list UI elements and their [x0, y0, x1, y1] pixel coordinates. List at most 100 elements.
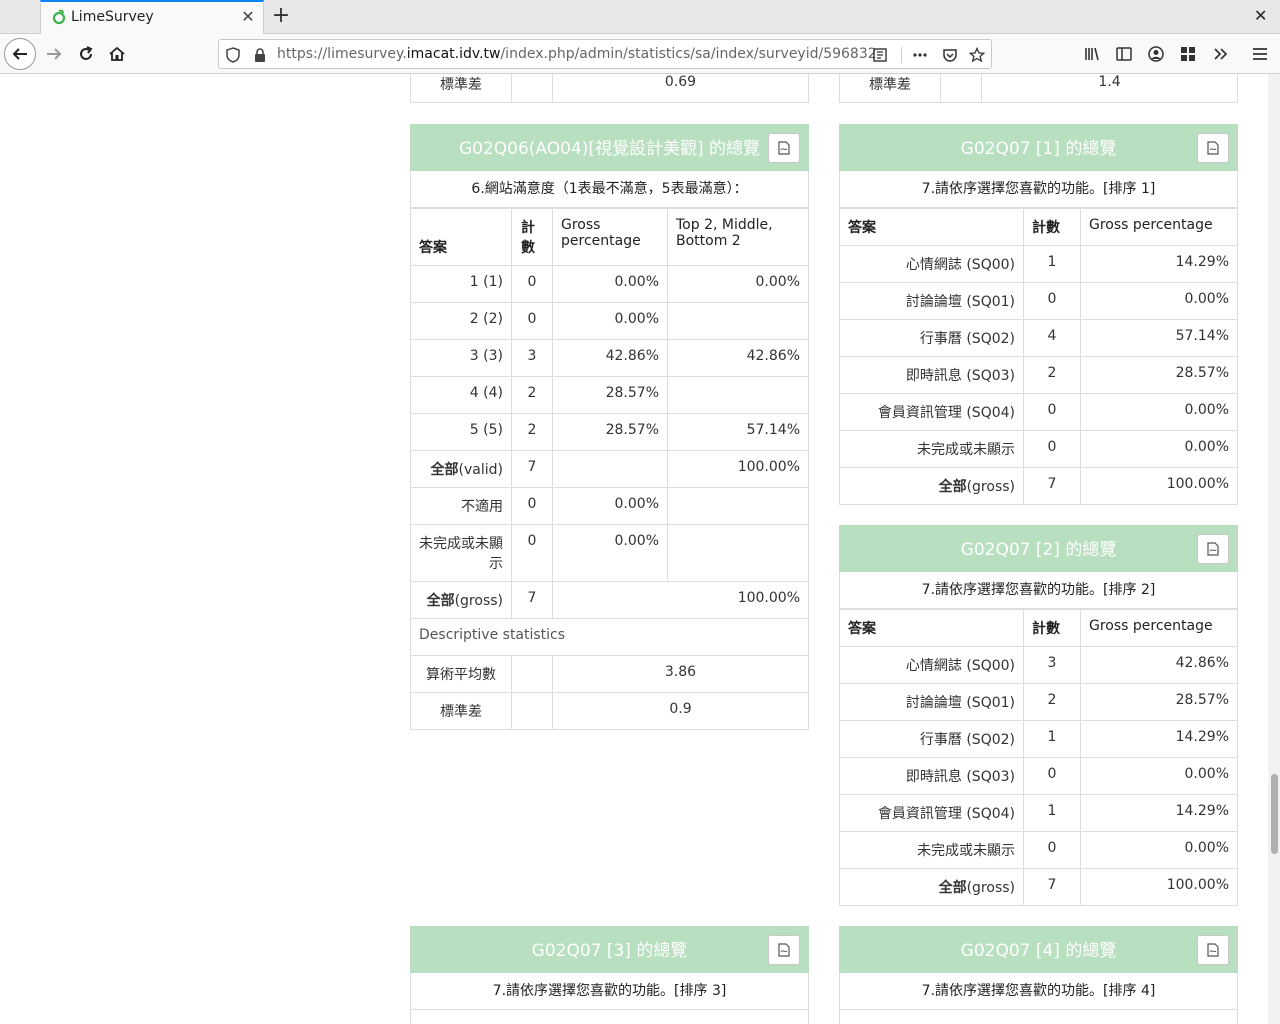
- table-row: 未完成或未顯示 0 0.00%: [839, 430, 1238, 468]
- stats-table: 答案 計數 Gross percentage Top 2, Middle, Bo…: [410, 208, 809, 730]
- top2-pct-cell: 42.86%: [667, 339, 809, 377]
- incomplete-label: 未完成或未顯示: [410, 524, 512, 582]
- mean-value: 3.86: [552, 655, 809, 693]
- gross-pct-cell: 0.00%: [1080, 430, 1238, 468]
- shield-icon[interactable]: [224, 46, 242, 64]
- gross-total-label: 全部(gross): [410, 581, 512, 619]
- count-cell: 0: [1023, 831, 1081, 869]
- answer-cell: 4 (4): [410, 376, 512, 414]
- extensions-icon[interactable]: [1172, 38, 1204, 70]
- table-row: 即時訊息 (SQ03) 0 0.00%: [839, 757, 1238, 795]
- pdf-icon: [778, 943, 790, 957]
- table-row: 3 (3) 3 42.86% 42.86%: [410, 339, 809, 377]
- page-content: 標準差 0.69 標準差 1.4 G02Q06(AO04)[視覺設計美觀] 的總覽 …: [0, 74, 1280, 1024]
- gross-pct: 100.00%: [552, 581, 809, 619]
- pdf-export-button[interactable]: [768, 935, 800, 965]
- scrollbar-thumb[interactable]: [1271, 774, 1278, 854]
- gross-pct-cell: 42.86%: [1080, 646, 1238, 684]
- overflow-chevron-icon[interactable]: [1204, 38, 1236, 70]
- gross-pct-cell: 0.00%: [1080, 393, 1238, 431]
- account-icon[interactable]: [1140, 38, 1172, 70]
- col-gross: Gross percentage: [552, 208, 668, 266]
- pdf-export-button[interactable]: [768, 133, 800, 163]
- answer-cell: 即時訊息 (SQ03): [839, 356, 1024, 394]
- reload-button[interactable]: [70, 38, 102, 70]
- browser-tab[interactable]: LimeSurvey ✕: [40, 0, 264, 34]
- question-title: 7.請依序選擇您喜歡的功能。[排序 3]: [410, 973, 809, 1010]
- tab-close-icon[interactable]: ✕: [239, 7, 257, 26]
- count-cell: 0: [1023, 393, 1081, 431]
- count-cell: 0: [1023, 282, 1081, 320]
- sidebar-icon[interactable]: [1108, 38, 1140, 70]
- card-header: G02Q06(AO04)[視覺設計美觀] 的總覽: [410, 124, 809, 171]
- table-row: 心情網誌 (SQ00) 3 42.86%: [839, 646, 1238, 684]
- valid-count: 7: [511, 450, 553, 488]
- library-icon[interactable]: [1076, 38, 1108, 70]
- pdf-icon: [1207, 542, 1219, 556]
- top2-pct-cell: [667, 302, 809, 340]
- card-header: G02Q07 [3] 的總覽: [410, 926, 809, 973]
- question-title: 7.請依序選擇您喜歡的功能。[排序 2]: [839, 572, 1238, 609]
- pdf-export-button[interactable]: [1197, 935, 1229, 965]
- pdf-export-button[interactable]: [1197, 133, 1229, 163]
- count-cell: 2: [511, 376, 553, 414]
- gross-count: 7: [1023, 868, 1081, 906]
- count-cell: 3: [511, 339, 553, 377]
- gross-pct-cell: 14.29%: [1080, 245, 1238, 283]
- card-header: G02Q07 [1] 的總覽: [839, 124, 1238, 171]
- summary-card-g02q06: G02Q06(AO04)[視覺設計美觀] 的總覽 6.網站滿意度（1表最不滿意，…: [410, 124, 809, 730]
- window-close-icon[interactable]: ✕: [1254, 6, 1267, 25]
- page-scrollbar[interactable]: [1268, 74, 1280, 1024]
- col-answer: 答案: [410, 208, 512, 266]
- valid-total-label: 全部(valid): [410, 450, 512, 488]
- reader-view-icon[interactable]: [871, 46, 889, 64]
- forward-button[interactable]: [38, 38, 70, 70]
- question-title: 7.請依序選擇您喜歡的功能。[排序 1]: [839, 171, 1238, 208]
- na-count: 0: [511, 487, 553, 525]
- stats-table: 答案 計數 Gross percentage 心情網誌 (SQ00) 3 42.86…: [839, 609, 1238, 906]
- answer-cell: 未完成或未顯示: [839, 430, 1024, 468]
- table-row: 行事曆 (SQ02) 4 57.14%: [839, 319, 1238, 357]
- back-button[interactable]: [4, 38, 36, 70]
- sd-label: 標準差: [410, 692, 512, 730]
- sd-value: 0.69: [552, 74, 809, 103]
- table-row: 即時訊息 (SQ03) 2 28.57%: [839, 356, 1238, 394]
- answer-cell: 討論論壇 (SQ01): [839, 282, 1024, 320]
- new-tab-icon[interactable]: +: [270, 3, 292, 29]
- top2-pct-cell: 57.14%: [667, 413, 809, 451]
- table-row: 4 (4) 2 28.57%: [410, 376, 809, 414]
- question-title: 6.網站滿意度（1表最不滿意，5表最滿意）：: [410, 171, 809, 208]
- question-title: 7.請依序選擇您喜歡的功能。[排序 4]: [839, 973, 1238, 1010]
- tab-bar: LimeSurvey ✕ + ✕: [0, 0, 1280, 34]
- count-cell: 1: [1023, 245, 1081, 283]
- col-top2: Top 2, Middle, Bottom 2: [667, 208, 809, 266]
- more-actions-icon[interactable]: [911, 46, 929, 64]
- partial-stats-right: 標準差 1.4: [839, 74, 1238, 103]
- na-label: 不適用: [410, 487, 512, 525]
- limesurvey-favicon-icon: [51, 9, 67, 25]
- valid-pct: 100.00%: [667, 450, 809, 488]
- hamburger-menu-icon[interactable]: [1244, 38, 1276, 70]
- answer-cell: 即時訊息 (SQ03): [839, 757, 1024, 795]
- table-row: 1 (1) 0 0.00% 0.00%: [410, 265, 809, 303]
- bookmark-star-icon[interactable]: [968, 46, 986, 64]
- table-row: 2 (2) 0 0.00%: [410, 302, 809, 340]
- count-cell: 0: [1023, 430, 1081, 468]
- card-header-title: G02Q07 [4] 的總覽: [960, 941, 1117, 961]
- descriptive-stats-label: Descriptive statistics: [410, 618, 809, 656]
- mean-label: 算術平均數: [410, 655, 512, 693]
- summary-card-g02q07-2: G02Q07 [2] 的總覽 7.請依序選擇您喜歡的功能。[排序 2] 答案 計…: [839, 525, 1238, 906]
- count-cell: 0: [511, 302, 553, 340]
- pocket-icon[interactable]: [941, 46, 959, 64]
- card-header: G02Q07 [4] 的總覽: [839, 926, 1238, 973]
- nav-bar: https://limesurvey.imacat.idv.tw/index.p…: [0, 34, 1280, 74]
- url-text: https://limesurvey.imacat.idv.tw/index.p…: [277, 46, 877, 62]
- lock-icon[interactable]: [251, 46, 269, 64]
- count-cell: 4: [1023, 319, 1081, 357]
- gross-count: 7: [1023, 467, 1081, 505]
- pdf-export-button[interactable]: [1197, 534, 1229, 564]
- home-button[interactable]: [101, 38, 133, 70]
- url-bar[interactable]: https://limesurvey.imacat.idv.tw/index.p…: [218, 39, 992, 69]
- gross-pct-cell: 57.14%: [1080, 319, 1238, 357]
- answer-cell: 討論論壇 (SQ01): [839, 683, 1024, 721]
